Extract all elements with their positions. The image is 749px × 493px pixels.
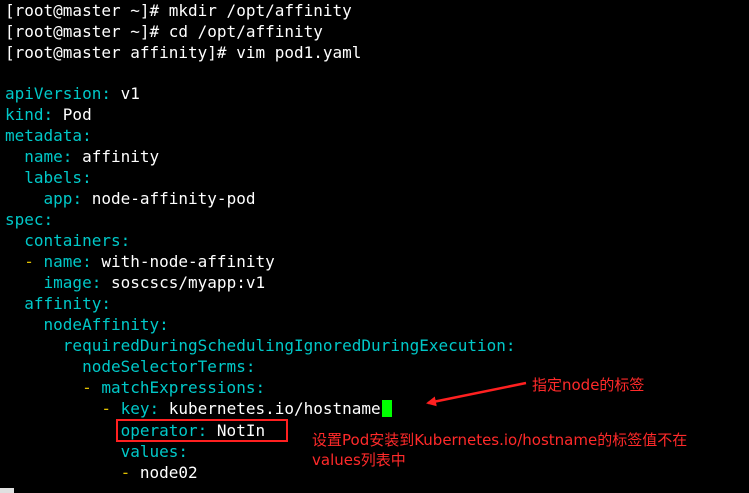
yaml-line-spec: spec:: [5, 210, 54, 229]
annotation-label-selector: 指定node的标签: [532, 376, 645, 394]
yaml-line-affinity: affinity:: [24, 294, 111, 313]
yaml-line-required: requiredDuringSchedulingIgnoredDuringExe…: [62, 336, 516, 355]
yaml-key: image: [43, 273, 92, 292]
yaml-value: with-node-affinity: [101, 252, 275, 271]
yaml-line-labels: labels:: [24, 168, 92, 187]
yaml-line-nodeaffinity: nodeAffinity:: [43, 315, 169, 334]
yaml-line-containers: containers:: [24, 231, 131, 250]
yaml-key: labels: [24, 168, 83, 187]
text-cursor: [381, 400, 392, 417]
yaml-key: requiredDuringSchedulingIgnoredDuringExe…: [62, 336, 506, 355]
annotation-line: 设置Pod安装到Kubernetes.io/hostname的标签值不在: [312, 431, 688, 449]
yaml-line-key: - key: kubernetes.io/hostname: [5, 398, 392, 419]
yaml-line-matchexpressions: - matchExpressions:: [82, 378, 266, 397]
yaml-line-kind: kind: Pod: [5, 105, 92, 124]
yaml-key: key: [120, 399, 150, 418]
yaml-line-container-name: - name: with-node-affinity: [24, 252, 275, 271]
yaml-key: metadata: [5, 126, 83, 145]
yaml-value: affinity: [82, 147, 160, 166]
yaml-key: app: [43, 189, 73, 208]
annotation-line: values列表中: [312, 451, 406, 469]
yaml-key: nodeAffinity: [43, 315, 160, 334]
yaml-line-app: app: node-affinity-pod: [43, 189, 256, 208]
terminal-window[interactable]: [root@master ~]# mkdir /opt/affinity [ro…: [0, 0, 749, 493]
yaml-line-nodeselectorterms: nodeSelectorTerms:: [82, 357, 256, 376]
yaml-value: Pod: [62, 105, 92, 124]
yaml-key: containers: [24, 231, 121, 250]
yaml-key: name: [24, 147, 63, 166]
yaml-value: kubernetes.io/hostname: [168, 399, 381, 418]
operator-highlight-box: [116, 419, 288, 442]
annotation-operator-explanation: 设置Pod安装到Kubernetes.io/hostname的标签值不在 val…: [312, 430, 687, 470]
yaml-value: soscscs/myapp:v1: [110, 273, 266, 292]
yaml-line-apiversion: apiVersion: v1: [5, 84, 140, 103]
yaml-key: apiVersion: [5, 84, 102, 103]
scrollbar-corner: [0, 488, 14, 493]
yaml-key: affinity: [24, 294, 102, 313]
yaml-line-metadata: metadata:: [5, 126, 92, 145]
yaml-key: spec: [5, 210, 44, 229]
yaml-value: node02: [139, 463, 198, 482]
yaml-key: matchExpressions: [101, 378, 256, 397]
yaml-line-values-item: - node02: [120, 463, 198, 482]
yaml-line-name: name: affinity: [24, 147, 160, 166]
yaml-line-values: values:: [120, 442, 189, 461]
yaml-line-image: image: soscscs/myapp:v1: [43, 273, 266, 292]
yaml-value: v1: [120, 84, 140, 103]
command-line: [root@master affinity]# vim pod1.yaml: [5, 43, 362, 62]
yaml-key: nodeSelectorTerms: [82, 357, 246, 376]
command-line: [root@master ~]# cd /opt/affinity: [5, 22, 323, 41]
yaml-key: values: [120, 442, 179, 461]
command-line: [root@master ~]# mkdir /opt/affinity: [5, 1, 352, 20]
yaml-key: name: [43, 252, 83, 271]
yaml-key: kind: [5, 105, 44, 124]
yaml-value: node-affinity-pod: [91, 189, 256, 208]
